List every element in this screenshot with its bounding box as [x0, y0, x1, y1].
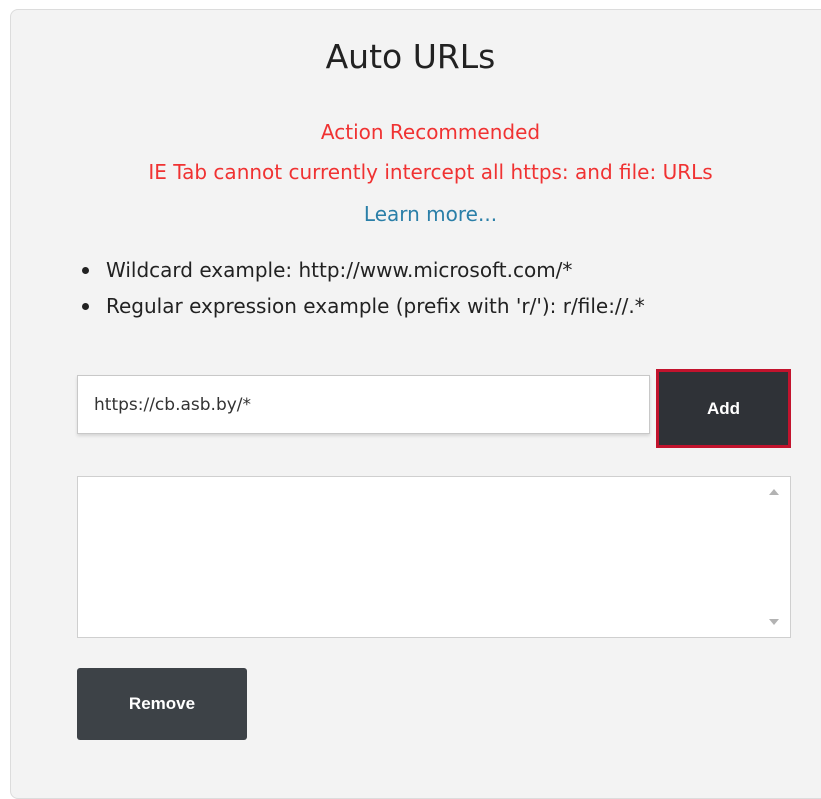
example-text: Regular expression example (prefix with …: [106, 294, 645, 318]
list-item: Regular expression example (prefix with …: [82, 292, 645, 328]
bullet-icon: [82, 267, 89, 274]
list-item: Wildcard example: http://www.microsoft.c…: [82, 256, 645, 292]
warning-heading: Action Recommended: [320, 120, 541, 144]
url-input[interactable]: [77, 375, 650, 434]
warning-message: IE Tab cannot currently intercept all ht…: [148, 160, 713, 184]
bullet-icon: [82, 303, 89, 310]
remove-button[interactable]: Remove: [77, 668, 247, 740]
scroll-down-icon[interactable]: [769, 619, 779, 625]
page-title: Auto URLs: [325, 37, 496, 76]
add-button[interactable]: Add: [656, 369, 791, 448]
example-text: Wildcard example: http://www.microsoft.c…: [106, 258, 573, 282]
learn-more-link[interactable]: Learn more...: [0, 200, 821, 228]
scroll-up-icon[interactable]: [769, 489, 779, 495]
examples-list: Wildcard example: http://www.microsoft.c…: [82, 256, 645, 328]
url-list-box[interactable]: [77, 476, 791, 638]
